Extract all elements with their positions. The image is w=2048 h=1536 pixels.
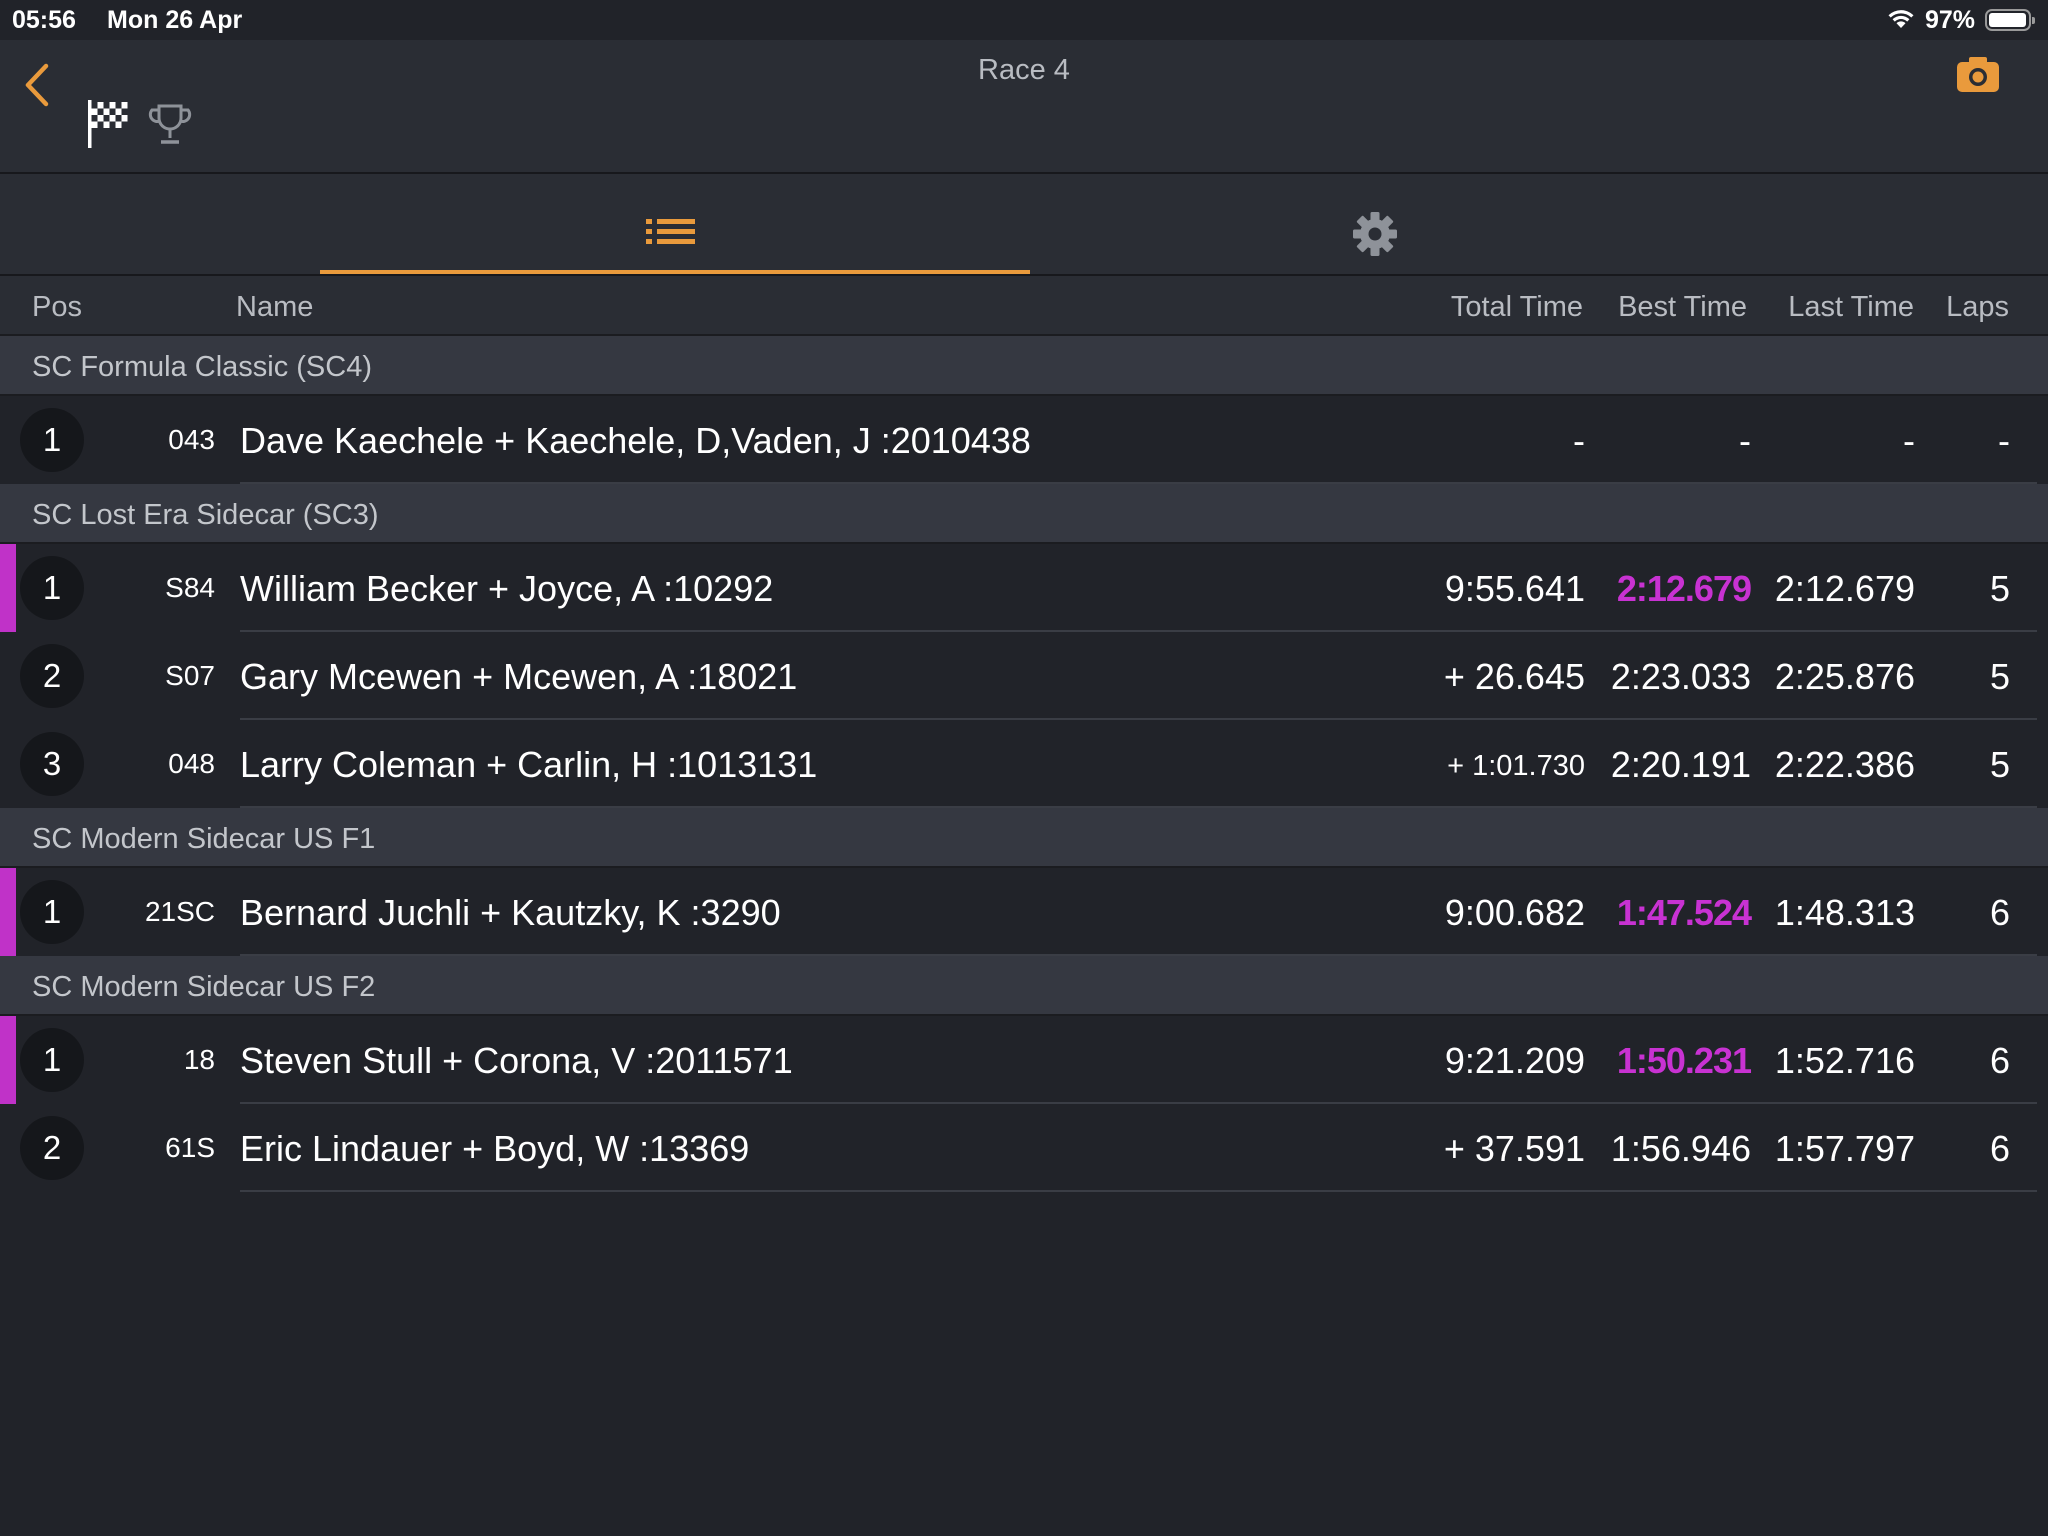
- nav-bar: Race 4: [0, 40, 2048, 174]
- table-row[interactable]: 1 S84 William Becker + Joyce, A :10292 9:55…: [0, 544, 2048, 632]
- last-time: 1:57.797: [1774, 1128, 1915, 1169]
- position-badge: 1: [20, 1028, 84, 1092]
- best-time: 2:23.033: [1610, 656, 1751, 697]
- racer-number: 043: [168, 424, 215, 455]
- col-best-time: Best Time: [1618, 291, 1747, 323]
- best-time: 1:50.231: [1616, 1040, 1752, 1081]
- list-icon: [646, 219, 695, 244]
- class-name: SC Modern Sidecar US F1: [32, 823, 376, 855]
- class-section-header: SC Formula Classic (SC4): [0, 336, 2048, 396]
- best-time: 1:56.946: [1610, 1128, 1751, 1169]
- racer-number: 18: [183, 1044, 215, 1075]
- best-time: 2:12.679: [1616, 568, 1752, 609]
- racer-number: 61S: [165, 1132, 215, 1163]
- racer-name: William Becker + Joyce, A :10292: [240, 568, 774, 609]
- gear-icon: [1353, 212, 1397, 256]
- laps-count: 5: [1989, 656, 2010, 697]
- total-time: -: [1573, 420, 1585, 461]
- racer-name: Dave Kaechele + Kaechele, D,Vaden, J :20…: [240, 420, 1031, 461]
- table-row[interactable]: 2 61S Eric Lindauer + Boyd, W :13369 + 37.5…: [0, 1104, 2048, 1192]
- leader-accent-bar: [0, 868, 16, 956]
- table-row[interactable]: 1 21SC Bernard Juchli + Kautzky, K :3290 9:…: [0, 868, 2048, 956]
- battery-nub: [2032, 17, 2035, 24]
- camera-button[interactable]: [1955, 54, 2001, 94]
- battery-fill: [1989, 13, 2026, 27]
- row-divider: [240, 1190, 2037, 1192]
- col-last-time: Last Time: [1788, 291, 1914, 323]
- racer-name: Bernard Juchli + Kautzky, K :3290: [240, 892, 781, 933]
- racer-name: Gary Mcewen + Mcewen, A :18021: [240, 656, 798, 697]
- table-row[interactable]: 1 18 Steven Stull + Corona, V :2011571 9:21…: [0, 1016, 2048, 1104]
- racer-number: 048: [168, 748, 215, 779]
- leader-accent-bar: [0, 1016, 16, 1104]
- battery-percent: 97%: [1925, 6, 1976, 34]
- position-badge: 2: [20, 1116, 84, 1180]
- last-time: 2:12.679: [1774, 568, 1915, 609]
- leader-accent-bar: [0, 544, 16, 632]
- best-time: 1:47.524: [1616, 892, 1752, 933]
- status-date: Mon 26 Apr: [107, 6, 243, 34]
- position-badge: 2: [20, 644, 84, 708]
- status-bar: 05:56 Mon 26 Apr 97%: [0, 0, 2048, 40]
- last-time: 2:22.386: [1774, 744, 1915, 785]
- class-section-header: SC Modern Sidecar US F1: [0, 808, 2048, 868]
- status-time: 05:56: [12, 6, 76, 34]
- laps-count: 6: [1989, 1040, 2010, 1081]
- total-time: + 26.645: [1443, 656, 1585, 697]
- active-tab-underline: [320, 270, 1030, 274]
- tab-settings[interactable]: [1030, 174, 1725, 274]
- table-row[interactable]: 3 048 Larry Coleman + Carlin, H :1013131 + …: [0, 720, 2048, 808]
- last-time: 1:48.313: [1774, 892, 1915, 933]
- tab-bar: [0, 174, 2048, 276]
- total-time: + 37.591: [1443, 1128, 1585, 1169]
- class-section-header: SC Lost Era Sidecar (SC3): [0, 484, 2048, 544]
- racer-name: Eric Lindauer + Boyd, W :13369: [240, 1128, 750, 1169]
- table-row[interactable]: 2 S07 Gary Mcewen + Mcewen, A :18021 + 26.6…: [0, 632, 2048, 720]
- table-row[interactable]: 1 043 Dave Kaechele + Kaechele, D,Vaden, J…: [0, 396, 2048, 484]
- laps-count: 6: [1989, 1128, 2010, 1169]
- class-name: SC Formula Classic (SC4): [32, 351, 372, 383]
- racer-name: Larry Coleman + Carlin, H :1013131: [240, 744, 818, 785]
- col-pos: Pos: [32, 291, 82, 323]
- total-time: 9:55.641: [1444, 568, 1585, 609]
- camera-icon: [1957, 57, 1999, 92]
- total-time: + 1:01.730: [1447, 750, 1585, 782]
- page-title: Race 4: [978, 54, 1070, 86]
- laps-count: 5: [1989, 744, 2010, 785]
- trophy-button[interactable]: [148, 102, 192, 148]
- position-badge: 1: [20, 408, 84, 472]
- last-time: -: [1903, 420, 1915, 461]
- tab-results-list[interactable]: [320, 174, 1030, 274]
- last-time: 2:25.876: [1774, 656, 1915, 697]
- trophy-icon: [148, 104, 192, 144]
- position-badge: 1: [20, 880, 84, 944]
- results-table: SC Formula Classic (SC4) 1 043 Dave Kaechel…: [0, 336, 2048, 1192]
- wifi-icon: [1886, 8, 1916, 37]
- racer-name: Steven Stull + Corona, V :2011571: [240, 1040, 793, 1081]
- best-time: -: [1739, 420, 1751, 461]
- class-name: SC Lost Era Sidecar (SC3): [32, 499, 379, 531]
- racer-number: S84: [165, 572, 215, 603]
- total-time: 9:00.682: [1444, 892, 1585, 933]
- col-total-time: Total Time: [1450, 291, 1583, 323]
- col-laps: Laps: [1946, 291, 2009, 323]
- class-name: SC Modern Sidecar US F2: [32, 971, 376, 1003]
- racer-number: S07: [165, 660, 215, 691]
- total-time: 9:21.209: [1444, 1040, 1585, 1081]
- laps-count: -: [1998, 420, 2010, 461]
- class-section-header: SC Modern Sidecar US F2: [0, 956, 2048, 1016]
- results-flag-button[interactable]: [86, 98, 130, 150]
- col-name: Name: [236, 291, 314, 323]
- racer-number: 21SC: [144, 896, 215, 927]
- checkered-flag-icon: [88, 100, 128, 148]
- position-badge: 1: [20, 556, 84, 620]
- laps-count: 5: [1989, 568, 2010, 609]
- position-badge: 3: [20, 732, 84, 796]
- column-header: Pos Name Total Time Best Time Last Time …: [0, 276, 2048, 336]
- best-time: 2:20.191: [1610, 744, 1751, 785]
- last-time: 1:52.716: [1774, 1040, 1915, 1081]
- laps-count: 6: [1989, 892, 2010, 933]
- battery-icon: [1985, 9, 2035, 31]
